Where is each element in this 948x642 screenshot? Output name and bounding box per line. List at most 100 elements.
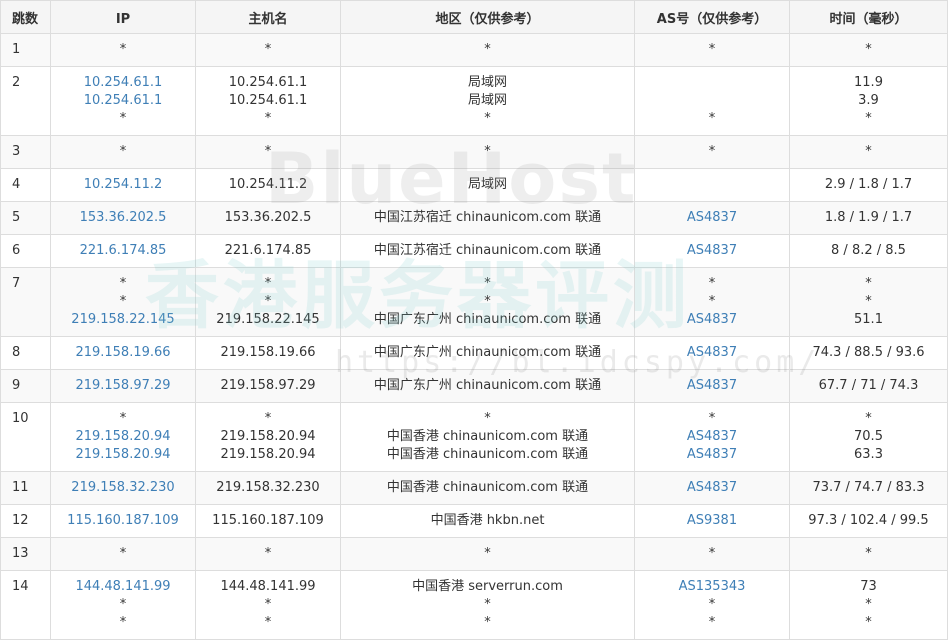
region-value: * <box>484 294 491 309</box>
traceroute-table: 跳数 IP 主机名 地区（仅供参考） AS号（仅供参考） 时间（毫秒） 1 * * *… <box>0 0 948 640</box>
host-value: * <box>264 615 272 630</box>
hostname-cell: 219.158.97.29 <box>195 369 341 403</box>
as-cell: * AS4837 AS4837 <box>634 402 790 472</box>
table-row: 10 * 219.158.20.94 219.158.20.94 * 219.158.20… <box>0 402 948 472</box>
table-row: 4 10.254.11.2 10.254.11.2 局域网 2.9 / 1.8 / 1… <box>0 168 948 202</box>
time-cell: * 70.5 63.3 <box>789 402 948 472</box>
ip-cell: 10.254.11.2 <box>50 168 196 202</box>
hostname-cell: 219.158.32.230 <box>195 471 341 505</box>
as-cell: * <box>634 537 790 571</box>
as-link[interactable]: AS4837 <box>639 479 785 497</box>
hop-cell: 1 <box>0 33 51 67</box>
ip-cell: 153.36.202.5 <box>50 201 196 235</box>
ip-link[interactable]: 221.6.174.85 <box>55 242 191 260</box>
as-cell: AS4837 <box>634 234 790 268</box>
col-header-hop: 跳数 <box>0 0 51 34</box>
ip-cell: 144.48.141.99 * * <box>50 570 196 640</box>
time-value: * <box>865 615 872 630</box>
host-value: 144.48.141.99 <box>220 579 316 594</box>
ip-link[interactable]: 153.36.202.5 <box>55 209 191 227</box>
ip-link[interactable]: 219.158.20.94 <box>55 428 191 446</box>
hostname-cell: * <box>195 33 341 67</box>
host-value: * <box>264 294 272 309</box>
ip-cell: * <box>50 537 196 571</box>
hop-cell: 3 <box>0 135 51 169</box>
time-value: 3.9 <box>858 93 879 108</box>
time-cell: 2.9 / 1.8 / 1.7 <box>789 168 948 202</box>
ip-link[interactable]: 10.254.11.2 <box>55 176 191 194</box>
time-value: 63.3 <box>854 447 883 462</box>
region-value: 局域网 <box>467 75 507 90</box>
as-link <box>639 74 785 92</box>
hop-cell: 2 <box>0 66 51 136</box>
as-link: * <box>708 111 716 126</box>
as-link[interactable]: AS9381 <box>639 512 785 530</box>
as-link[interactable]: AS4837 <box>639 242 785 260</box>
host-value: 221.6.174.85 <box>224 243 312 258</box>
host-value: 10.254.61.1 <box>228 75 308 90</box>
ip-link[interactable]: 115.160.187.109 <box>55 512 191 530</box>
table-row: 3 * * * * * <box>0 135 948 169</box>
hostname-cell: 144.48.141.99 * * <box>195 570 341 640</box>
time-cell: 1.8 / 1.9 / 1.7 <box>789 201 948 235</box>
time-cell: 8 / 8.2 / 8.5 <box>789 234 948 268</box>
ip-link[interactable]: 219.158.97.29 <box>55 377 191 395</box>
hostname-cell: 10.254.11.2 <box>195 168 341 202</box>
host-value: 219.158.22.145 <box>216 312 320 327</box>
as-link: * <box>708 546 716 561</box>
time-cell: 97.3 / 102.4 / 99.5 <box>789 504 948 538</box>
hop-cell: 13 <box>0 537 51 571</box>
region-value: * <box>484 111 491 126</box>
as-link[interactable]: AS135343 <box>639 578 785 596</box>
ip-link[interactable]: 219.158.32.230 <box>55 479 191 497</box>
host-value: * <box>264 597 272 612</box>
ip-link[interactable]: 219.158.20.94 <box>55 446 191 464</box>
as-cell: AS4837 <box>634 471 790 505</box>
region-value: 中国香港 chinaunicom.com 联通 <box>386 447 589 462</box>
ip-link: * <box>119 597 127 612</box>
time-cell: 11.9 3.9 * <box>789 66 948 136</box>
hostname-cell: * * 219.158.22.145 <box>195 267 341 337</box>
region-cell: 中国香港 hkbn.net <box>340 504 635 538</box>
as-link[interactable]: AS4837 <box>639 209 785 227</box>
region-value: 中国香港 hkbn.net <box>430 513 545 528</box>
host-value: 219.158.19.66 <box>220 345 316 360</box>
region-cell: 中国广东广州 chinaunicom.com 联通 <box>340 336 635 370</box>
as-link: * <box>708 294 716 309</box>
hostname-cell: 10.254.61.1 10.254.61.1 * <box>195 66 341 136</box>
hop-cell: 5 <box>0 201 51 235</box>
time-value: 11.9 <box>854 75 883 90</box>
ip-link[interactable]: 10.254.61.1 <box>55 74 191 92</box>
ip-link[interactable]: 219.158.22.145 <box>55 311 191 329</box>
region-value: 中国香港 chinaunicom.com 联通 <box>386 480 589 495</box>
as-link: * <box>708 615 716 630</box>
time-value: 70.5 <box>854 429 883 444</box>
as-cell: * <box>634 66 790 136</box>
host-value: 115.160.187.109 <box>212 513 324 528</box>
hop-cell: 12 <box>0 504 51 538</box>
time-cell: * <box>789 33 948 67</box>
ip-link[interactable]: 10.254.61.1 <box>55 92 191 110</box>
as-link <box>639 176 785 194</box>
ip-cell: 219.158.32.230 <box>50 471 196 505</box>
time-value: * <box>865 111 872 126</box>
host-value: 219.158.32.230 <box>216 480 320 495</box>
region-cell: 中国广东广州 chinaunicom.com 联通 <box>340 369 635 403</box>
as-cell: * * AS4837 <box>634 267 790 337</box>
time-cell: 73.7 / 74.7 / 83.3 <box>789 471 948 505</box>
ip-cell: 115.160.187.109 <box>50 504 196 538</box>
table-row: 7 * * 219.158.22.145 * * 219.158.22.145 * * 中国广东广… <box>0 267 948 337</box>
as-link[interactable]: AS4837 <box>639 311 785 329</box>
ip-link[interactable]: 144.48.141.99 <box>55 578 191 596</box>
as-link[interactable]: AS4837 <box>639 377 785 395</box>
hop-cell: 6 <box>0 234 51 268</box>
ip-link: * <box>119 411 127 426</box>
ip-cell: * <box>50 135 196 169</box>
as-link[interactable]: AS4837 <box>639 428 785 446</box>
as-cell <box>634 168 790 202</box>
time-value: 2.9 / 1.8 / 1.7 <box>824 177 913 192</box>
region-value: * <box>484 276 491 291</box>
as-link[interactable]: AS4837 <box>639 446 785 464</box>
ip-link[interactable]: 219.158.19.66 <box>55 344 191 362</box>
as-link[interactable]: AS4837 <box>639 344 785 362</box>
